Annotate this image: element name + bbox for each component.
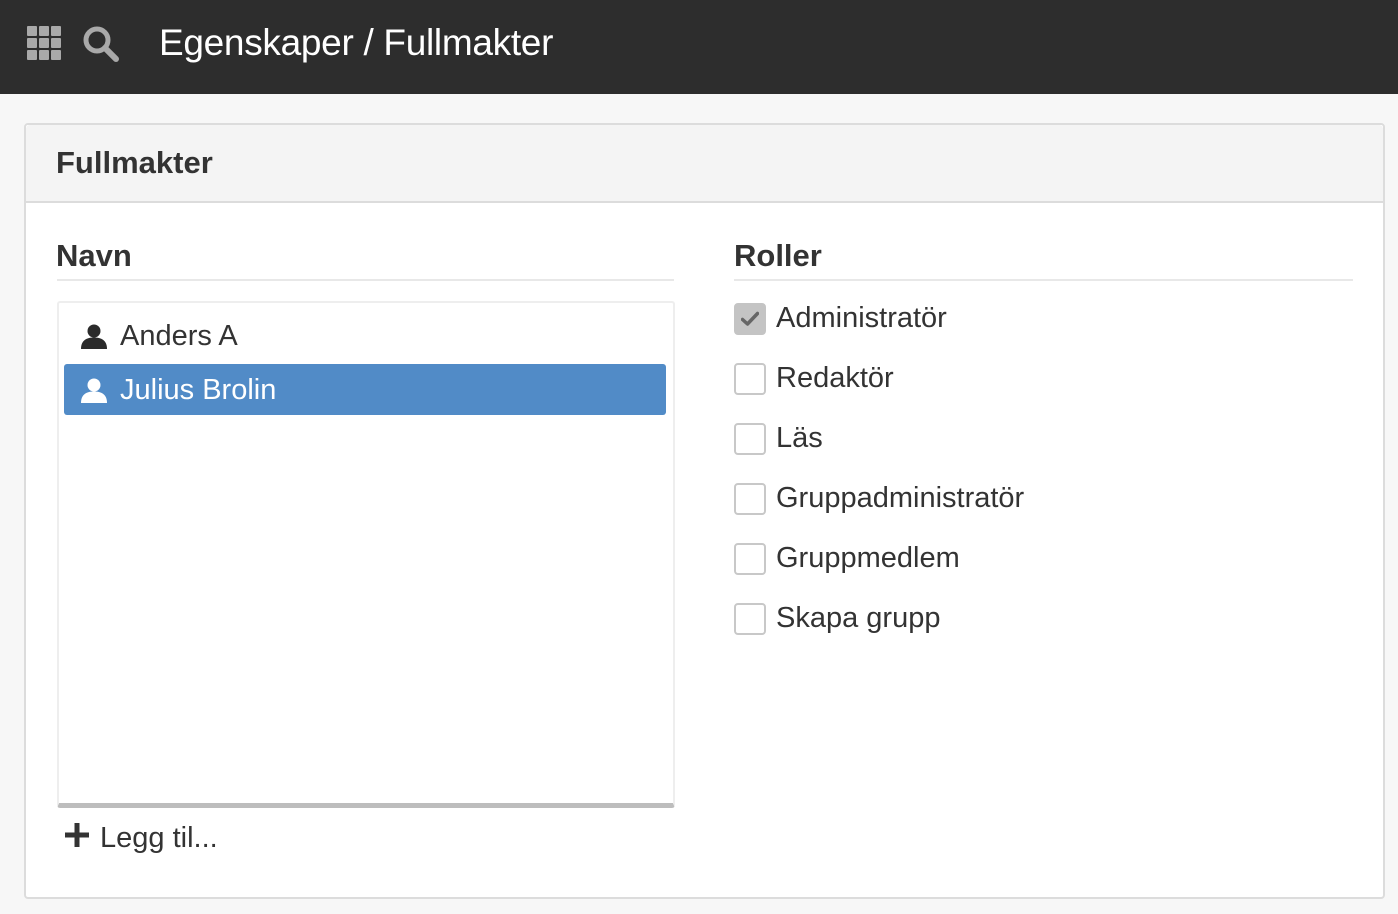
- role-gruppadministrator-checkbox[interactable]: [734, 483, 766, 515]
- names-heading-divider: [57, 279, 674, 281]
- list-item-julius-brolin[interactable]: Julius Brolin: [64, 364, 666, 415]
- role-gruppmedlem: Gruppmedlem: [734, 542, 1134, 583]
- role-label: Administratör: [776, 302, 947, 334]
- role-redaktor: Redaktör: [734, 362, 1134, 403]
- user-icon: [81, 378, 107, 403]
- add-person-label: Legg til...: [100, 822, 218, 854]
- role-las-checkbox[interactable]: [734, 423, 766, 455]
- role-administrator: Administratör: [734, 302, 1134, 343]
- search-icon[interactable]: [81, 24, 121, 64]
- roles-heading: Roller: [734, 238, 822, 273]
- breadcrumb-title: Egenskaper / Fullmakter: [159, 22, 554, 63]
- role-skapa-grupp-checkbox[interactable]: [734, 603, 766, 635]
- role-label: Gruppadministratör: [776, 482, 1025, 514]
- role-label: Redaktör: [776, 362, 894, 394]
- plus-icon: [65, 823, 89, 847]
- role-gruppmedlem-checkbox[interactable]: [734, 543, 766, 575]
- role-gruppadministrator: Gruppadministratör: [734, 482, 1134, 523]
- role-redaktor-checkbox[interactable]: [734, 363, 766, 395]
- names-list[interactable]: Anders A Julius Brolin: [57, 301, 675, 808]
- names-heading: Navn: [56, 238, 132, 273]
- role-label: Skapa grupp: [776, 602, 941, 634]
- role-administrator-checkbox[interactable]: [734, 303, 766, 335]
- apps-grid-icon[interactable]: [27, 26, 61, 60]
- roles-heading-divider: [734, 279, 1353, 281]
- user-icon: [81, 324, 107, 349]
- fullmakter-panel: Fullmakter Navn Anders A Julius Brolin L…: [24, 123, 1385, 899]
- checkmark-icon: [741, 311, 759, 326]
- role-las: Läs: [734, 422, 1134, 463]
- role-skapa-grupp: Skapa grupp: [734, 602, 1134, 643]
- list-item-label: Anders A: [120, 320, 238, 352]
- role-label: Läs: [776, 422, 823, 454]
- list-item-anders-a[interactable]: Anders A: [64, 310, 666, 361]
- role-label: Gruppmedlem: [776, 542, 960, 574]
- panel-title: Fullmakter: [56, 145, 213, 180]
- top-bar: Egenskaper / Fullmakter: [0, 0, 1398, 94]
- list-item-label: Julius Brolin: [120, 374, 277, 406]
- panel-header: Fullmakter: [26, 125, 1383, 203]
